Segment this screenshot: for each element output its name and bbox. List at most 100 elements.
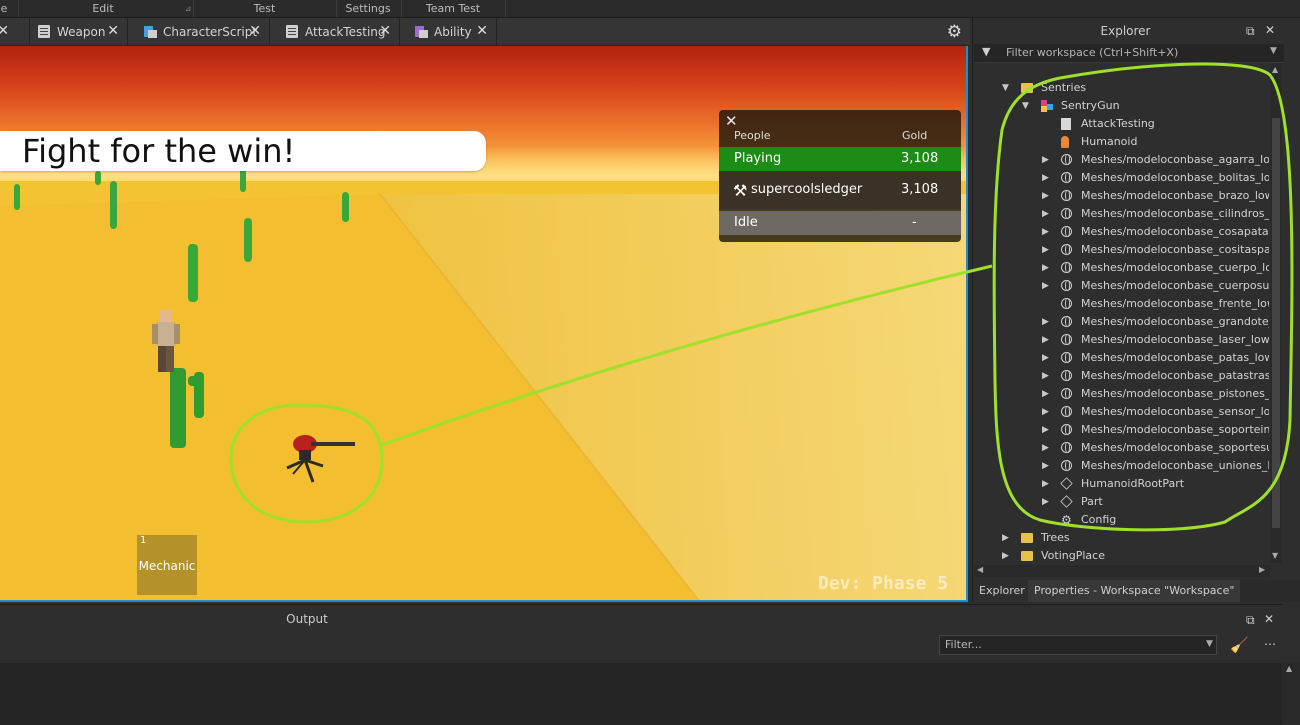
chevron-down-icon[interactable]: ▼ bbox=[1002, 79, 1009, 97]
tree-item[interactable]: Humanoid bbox=[973, 133, 1269, 151]
scroll-left-icon[interactable]: ◀ bbox=[977, 565, 983, 574]
tree-item[interactable]: ⚙ Config bbox=[973, 511, 1269, 529]
scroll-up-icon[interactable]: ▲ bbox=[1272, 65, 1278, 74]
close-icon[interactable]: ✕ bbox=[379, 23, 391, 39]
tree-item[interactable]: ▶ HumanoidRootPart bbox=[973, 475, 1269, 493]
chevron-right-icon[interactable]: ▶ bbox=[1042, 457, 1049, 475]
scroll-thumb[interactable] bbox=[1272, 118, 1280, 528]
chevron-right-icon[interactable]: ▶ bbox=[1042, 367, 1049, 385]
tree-item[interactable]: ▶ Meshes/modeloconbase_brazo_low bbox=[973, 187, 1269, 205]
chevron-right-icon[interactable]: ▶ bbox=[1042, 277, 1049, 295]
chevron-right-icon[interactable]: ▶ bbox=[1002, 547, 1009, 563]
tab-properties[interactable]: Properties - Workspace "Workspace" bbox=[1028, 580, 1241, 602]
menu-team-test[interactable]: Team Test bbox=[401, 1, 505, 16]
chevron-right-icon[interactable]: ▶ bbox=[1042, 313, 1049, 331]
chevron-down-icon[interactable]: ▼ bbox=[1270, 46, 1277, 56]
chevron-right-icon[interactable]: ▶ bbox=[1042, 349, 1049, 367]
output-filter-input[interactable]: Filter... ▼ bbox=[939, 635, 1217, 655]
chevron-down-icon[interactable]: ▼ bbox=[1206, 639, 1213, 649]
tab-attacktesting[interactable]: AttackTesting ✕ bbox=[278, 18, 400, 45]
undock-icon[interactable]: ⧉ bbox=[1246, 613, 1255, 628]
team-name: Idle bbox=[734, 215, 758, 230]
tree-item[interactable]: ▼ Sentries bbox=[973, 79, 1269, 97]
tab-characterscript[interactable]: CharacterScript ✕ bbox=[136, 18, 270, 45]
chevron-right-icon[interactable]: ▶ bbox=[1042, 169, 1049, 187]
tree-item[interactable]: ▶ Meshes/modeloconbase_patas_low bbox=[973, 349, 1269, 367]
chevron-down-icon[interactable]: ▼ bbox=[1022, 97, 1029, 115]
hotbar-slot[interactable]: 1 Mechanic bbox=[137, 535, 197, 595]
more-options-icon[interactable]: ⋯ bbox=[1264, 637, 1276, 651]
tree-item[interactable]: ▶ Meshes/modeloconbase_bolitas_low bbox=[973, 169, 1269, 187]
explorer-filter-input[interactable]: Filter workspace (Ctrl+Shift+X) bbox=[1006, 44, 1178, 62]
close-icon[interactable]: ✕ bbox=[1265, 23, 1275, 37]
tree-item[interactable]: ▶ Meshes/modeloconbase_cuerposup_ bbox=[973, 277, 1269, 295]
explorer-horizontal-scrollbar[interactable]: ◀ ▶ bbox=[974, 565, 1270, 577]
tree-item[interactable]: ▶ Meshes/modeloconbase_grandote_lo bbox=[973, 313, 1269, 331]
menu-file[interactable]: e bbox=[0, 1, 8, 16]
tree-item[interactable]: AttackTesting bbox=[973, 115, 1269, 133]
clear-output-icon[interactable]: 🧹 bbox=[1230, 636, 1249, 654]
close-icon[interactable]: ✕ bbox=[0, 23, 9, 39]
scroll-up-icon[interactable]: ▲ bbox=[1286, 664, 1292, 673]
explorer-filter[interactable]: ▼ Filter workspace (Ctrl+Shift+X) ▼ bbox=[974, 44, 1284, 63]
tab-weapon[interactable]: Weapon ✕ bbox=[30, 18, 128, 45]
tree-item[interactable]: ▶ Meshes/modeloconbase_pistones_lo bbox=[973, 385, 1269, 403]
close-icon[interactable]: ✕ bbox=[249, 23, 261, 39]
leaderboard-player-row[interactable]: ⚒ supercoolsledger 3,108 bbox=[719, 171, 961, 209]
chevron-right-icon[interactable]: ▶ bbox=[1042, 151, 1049, 169]
explorer-vertical-scrollbar[interactable]: ▲ ▼ bbox=[1270, 63, 1282, 563]
tree-item[interactable]: ▶ Meshes/modeloconbase_cilindros_lo bbox=[973, 205, 1269, 223]
chevron-right-icon[interactable]: ▶ bbox=[1002, 529, 1009, 547]
output-vertical-scrollbar[interactable]: ▲ bbox=[1282, 662, 1300, 724]
tree-item[interactable]: ▶ Meshes/modeloconbase_agarra_low bbox=[973, 151, 1269, 169]
tree-item[interactable]: ▶ VotingPlace bbox=[973, 547, 1269, 563]
scroll-down-icon[interactable]: ▼ bbox=[1272, 551, 1278, 560]
chevron-right-icon[interactable]: ▶ bbox=[1042, 475, 1049, 493]
tree-item[interactable]: ▶ Part bbox=[973, 493, 1269, 511]
chevron-right-icon[interactable]: ▶ bbox=[1042, 205, 1049, 223]
close-icon[interactable]: ✕ bbox=[476, 23, 488, 39]
menu-expand-icon[interactable]: ⊿ bbox=[184, 1, 192, 16]
tree-item[interactable]: ▶ Meshes/modeloconbase_patastraser bbox=[973, 367, 1269, 385]
tab-ability[interactable]: Ability ✕ bbox=[407, 18, 497, 45]
tree-item[interactable]: ▼ SentryGun bbox=[973, 97, 1269, 115]
tree-item[interactable]: ▶ Meshes/modeloconbase_cositaspata bbox=[973, 241, 1269, 259]
gear-icon[interactable]: ⚙ bbox=[947, 22, 962, 42]
player-character[interactable] bbox=[150, 308, 184, 388]
chevron-right-icon[interactable]: ▶ bbox=[1042, 385, 1049, 403]
leaderboard-team-row[interactable]: Playing 3,108 bbox=[719, 147, 961, 171]
leaderboard-team-row[interactable]: Idle - bbox=[719, 211, 961, 235]
tree-item[interactable]: ▶ Meshes/modeloconbase_laser_low bbox=[973, 331, 1269, 349]
chevron-right-icon[interactable]: ▶ bbox=[1042, 493, 1049, 511]
game-viewport[interactable]: Fight for the win! ✕ People Gold Playing… bbox=[0, 46, 968, 602]
tree-item[interactable]: ▶ Meshes/modeloconbase_soporteinf_ bbox=[973, 421, 1269, 439]
close-icon[interactable]: ✕ bbox=[107, 23, 119, 39]
chevron-right-icon[interactable]: ▶ bbox=[1042, 241, 1049, 259]
chevron-right-icon[interactable]: ▶ bbox=[1042, 421, 1049, 439]
chevron-right-icon[interactable]: ▶ bbox=[1042, 331, 1049, 349]
chevron-right-icon[interactable]: ▶ bbox=[1042, 223, 1049, 241]
chevron-right-icon[interactable]: ▶ bbox=[1042, 259, 1049, 277]
chevron-right-icon[interactable]: ▶ bbox=[1042, 439, 1049, 457]
undock-icon[interactable]: ⧉ bbox=[1246, 24, 1255, 39]
menu-edit[interactable]: Edit bbox=[18, 1, 188, 16]
tab-explorer[interactable]: Explorer bbox=[973, 580, 1031, 602]
sentry-gun-model[interactable] bbox=[283, 430, 357, 496]
tab-previous[interactable]: ✕ bbox=[0, 18, 30, 45]
menu-settings[interactable]: Settings bbox=[336, 1, 400, 16]
tree-item[interactable]: ▶ Meshes/modeloconbase_cuerpo_low bbox=[973, 259, 1269, 277]
tree-item[interactable]: ▶ Trees bbox=[973, 529, 1269, 547]
scroll-right-icon[interactable]: ▶ bbox=[1259, 565, 1265, 574]
chevron-right-icon[interactable]: ▶ bbox=[1042, 187, 1049, 205]
filter-icon[interactable]: ▼ bbox=[982, 45, 990, 58]
close-icon[interactable]: ✕ bbox=[725, 112, 738, 130]
tree-item[interactable]: ▶ Meshes/modeloconbase_cosapatas_ bbox=[973, 223, 1269, 241]
tree-item[interactable]: ▶ Meshes/modeloconbase_uniones_lo bbox=[973, 457, 1269, 475]
tree-item[interactable]: ▶ Meshes/modeloconbase_sensor_low bbox=[973, 403, 1269, 421]
tree-item[interactable]: ▶ Meshes/modeloconbase_soportesup bbox=[973, 439, 1269, 457]
explorer-tree[interactable]: ▼ Sentries ▼ SentryGun AttackTesting Humanoid… bbox=[973, 63, 1269, 563]
close-icon[interactable]: ✕ bbox=[1264, 612, 1274, 626]
tree-item[interactable]: Meshes/modeloconbase_frente_low bbox=[973, 295, 1269, 313]
chevron-right-icon[interactable]: ▶ bbox=[1042, 403, 1049, 421]
menu-test[interactable]: Test bbox=[193, 1, 336, 16]
